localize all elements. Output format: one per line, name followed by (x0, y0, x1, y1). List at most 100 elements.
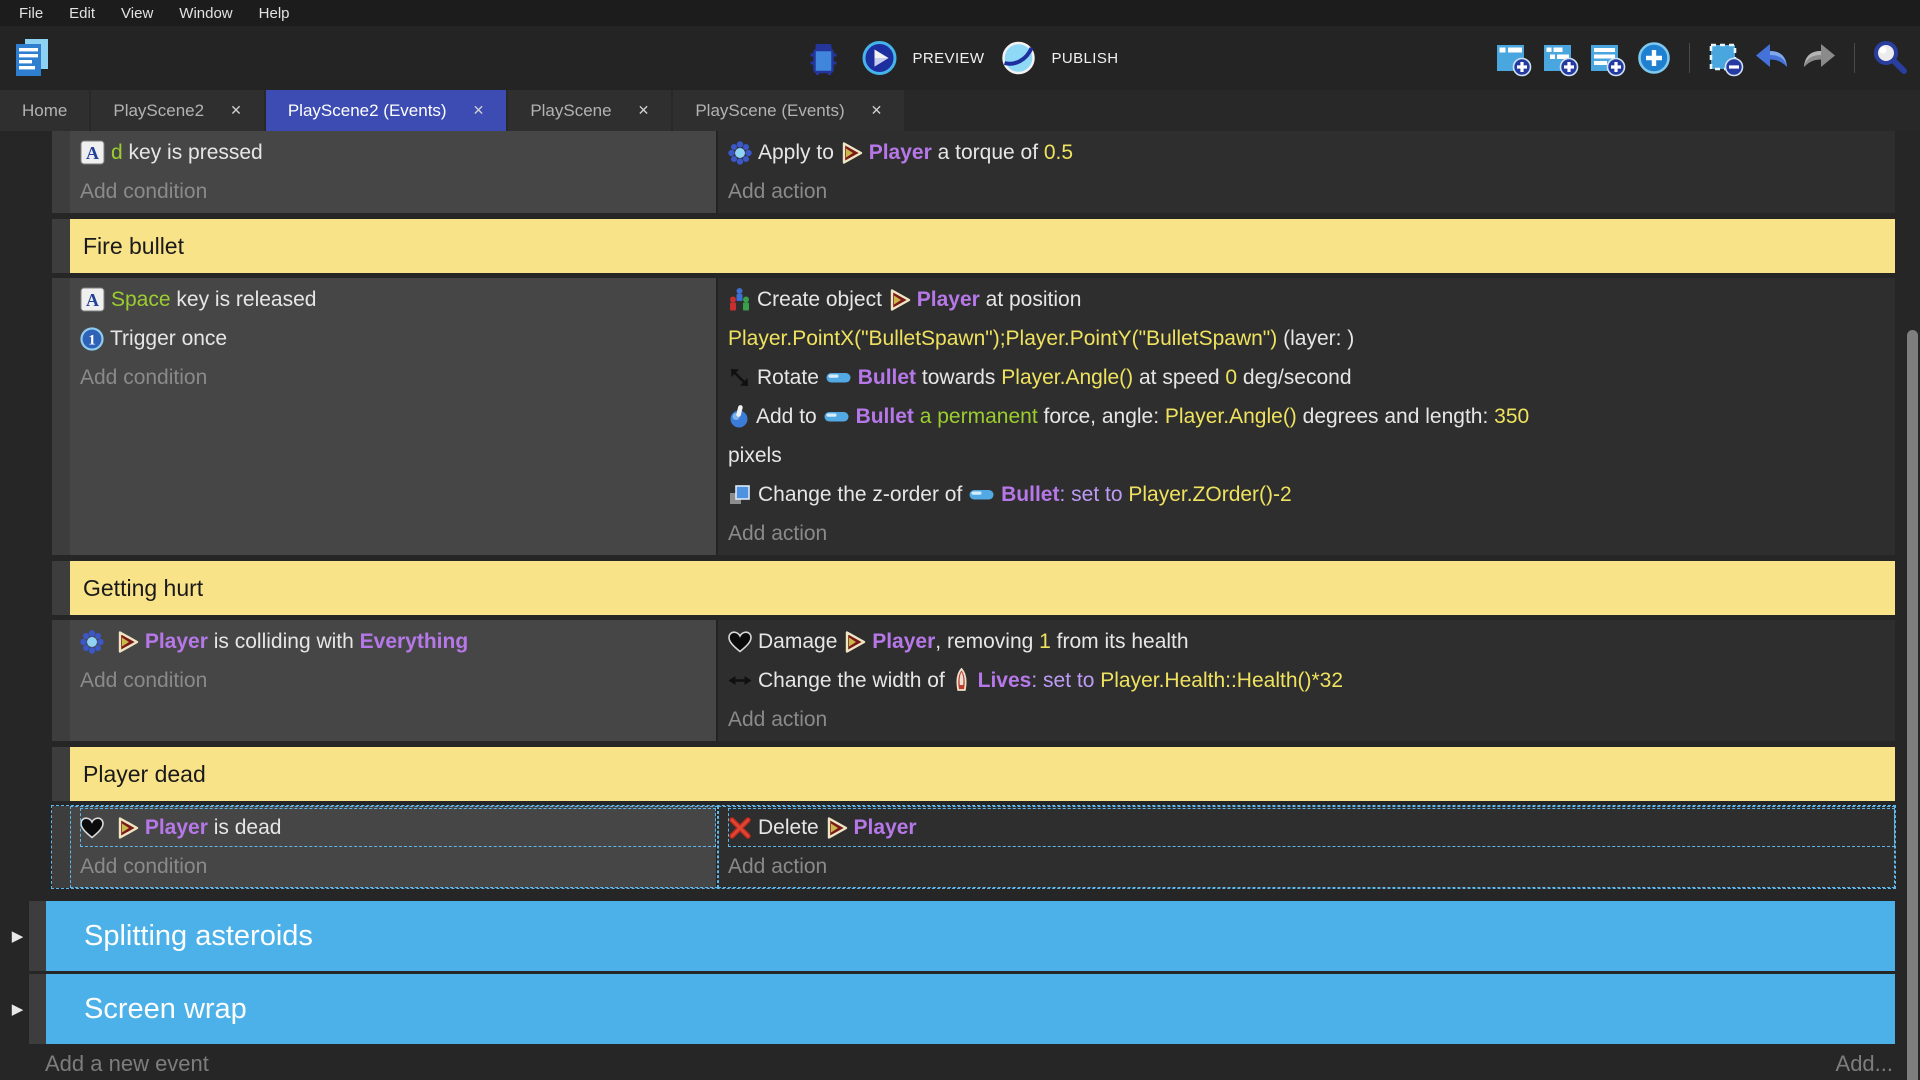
condition-line[interactable]: Player is colliding with Everything (80, 622, 716, 661)
text-segment: : set to (1031, 669, 1100, 693)
condition-line[interactable]: Ad key is pressed (80, 133, 716, 172)
condition-line[interactable]: Player is dead (80, 808, 716, 847)
text-segment: Player.PointX("BulletSpawn");Player.Poin… (728, 327, 1277, 351)
add-comment-icon[interactable] (1585, 36, 1629, 80)
close-tab-icon[interactable]: ✕ (473, 102, 485, 119)
action-line[interactable]: Delete Player (728, 808, 1895, 847)
toolbar-center: PREVIEW PUBLISH (802, 26, 1119, 90)
redo-icon[interactable] (1797, 36, 1841, 80)
event-drag-handle[interactable] (52, 561, 70, 615)
tab-home[interactable]: Home (0, 90, 89, 131)
action-line[interactable]: Add to Bullet a permanent force, angle: … (728, 397, 1895, 436)
text-segment: Change the width of (758, 669, 951, 693)
close-tab-icon[interactable]: ✕ (638, 102, 650, 119)
event-drag-handle[interactable] (52, 747, 70, 801)
chevron-right-icon[interactable]: ▶ (6, 901, 29, 971)
add-event-icon[interactable] (1491, 36, 1535, 80)
event-drag-handle[interactable] (29, 974, 46, 1044)
delete-icon (728, 816, 752, 840)
comment-text[interactable]: Player dead (70, 747, 1895, 801)
condition-line[interactable]: ASpace key is released (80, 280, 716, 319)
lives-icon (951, 668, 972, 693)
text-segment: is dead (208, 816, 282, 840)
event-drag-handle[interactable] (52, 131, 70, 213)
tab-playscene2[interactable]: PlayScene2✕ (91, 90, 263, 131)
action-line[interactable]: Change the z-order of Bullet: set to Pla… (728, 475, 1895, 514)
text-segment: Rotate (757, 366, 825, 390)
add-condition-button[interactable]: Add condition (80, 847, 716, 886)
scrollbar-thumb[interactable] (1907, 330, 1918, 1080)
close-tab-icon[interactable]: ✕ (871, 102, 883, 119)
menu-bar: FileEditViewWindowHelp (0, 0, 1920, 26)
text-segment: towards (916, 366, 1001, 390)
debug-icon[interactable] (802, 36, 846, 80)
text-segment: Player (854, 816, 917, 840)
text-segment: force, angle: (1038, 405, 1165, 429)
menu-view[interactable]: View (108, 2, 166, 25)
menu-window[interactable]: Window (166, 2, 245, 25)
text-segment: Change the z-order of (758, 483, 968, 507)
close-tab-icon[interactable]: ✕ (230, 102, 242, 119)
add-more-button[interactable]: Add... (1836, 1051, 1893, 1077)
text-segment: Player.Angle() (1001, 366, 1133, 390)
action-line[interactable]: Change the width of Lives: set to Player… (728, 661, 1895, 700)
event-drag-handle[interactable] (52, 806, 70, 888)
tab-playscene[interactable]: PlayScene✕ (508, 90, 671, 131)
remove-selection-icon[interactable] (1703, 36, 1747, 80)
toolbar-left (10, 26, 54, 90)
text-segment: Delete (758, 816, 825, 840)
text-segment: Apply to (758, 141, 840, 165)
text-segment: Create object (757, 288, 888, 312)
toolbar-right (1491, 26, 1912, 90)
add-new-icon[interactable] (1632, 36, 1676, 80)
add-action-button[interactable]: Add action (728, 172, 1895, 211)
tab-bar: HomePlayScene2✕PlayScene2 (Events)✕PlayS… (0, 90, 1920, 131)
undo-icon[interactable] (1750, 36, 1794, 80)
bullet-icon (823, 408, 850, 425)
actions-cell: Damage Player, removing 1 from its healt… (718, 620, 1895, 741)
search-icon[interactable] (1868, 36, 1912, 80)
action-line[interactable]: Damage Player, removing 1 from its healt… (728, 622, 1895, 661)
text-segment: Player.ZOrder()-2 (1128, 483, 1291, 507)
project-manager-icon[interactable] (10, 36, 54, 80)
action-line[interactable]: Create object Player at position (728, 280, 1895, 319)
event-drag-handle[interactable] (52, 278, 70, 555)
svg-text:A: A (86, 143, 99, 163)
chevron-right-icon[interactable]: ▶ (6, 974, 29, 1044)
action-line[interactable]: Rotate Bullet towards Player.Angle() at … (728, 358, 1895, 397)
add-condition-button[interactable]: Add condition (80, 661, 716, 700)
event-drag-handle[interactable] (52, 219, 70, 273)
add-new-event-button[interactable]: Add a new event (45, 1051, 209, 1077)
text-segment: key is released (176, 288, 316, 312)
add-condition-button[interactable]: Add condition (80, 172, 716, 211)
comment-row: Getting hurt (52, 561, 1895, 615)
add-subevent-icon[interactable] (1538, 36, 1582, 80)
action-line[interactable]: pixels (728, 436, 1895, 475)
menu-edit[interactable]: Edit (56, 2, 108, 25)
group-title[interactable]: Screen wrap (46, 974, 1895, 1044)
preview-button[interactable]: PREVIEW (862, 40, 985, 76)
add-condition-button[interactable]: Add condition (80, 358, 716, 397)
add-action-button[interactable]: Add action (728, 700, 1895, 739)
menu-file[interactable]: File (6, 2, 56, 25)
add-action-button[interactable]: Add action (728, 514, 1895, 553)
action-line[interactable]: Apply to Player a torque of 0.5 (728, 133, 1895, 172)
text-segment: Everything (360, 630, 469, 654)
text-segment: Bullet (1001, 483, 1059, 507)
add-action-button[interactable]: Add action (728, 847, 1895, 886)
preview-label: PREVIEW (913, 50, 985, 67)
group-title[interactable]: Splitting asteroids (46, 901, 1895, 971)
event-drag-handle[interactable] (29, 901, 46, 971)
comment-text[interactable]: Fire bullet (70, 219, 1895, 273)
publish-button[interactable]: PUBLISH (1000, 40, 1118, 76)
comment-text[interactable]: Getting hurt (70, 561, 1895, 615)
text-segment: at position (980, 288, 1082, 312)
event-row: Player is deadAdd conditionDelete Player… (52, 806, 1895, 888)
event-drag-handle[interactable] (52, 620, 70, 741)
condition-line[interactable]: 1Trigger once (80, 319, 716, 358)
tab-playscene-events[interactable]: PlayScene (Events)✕ (673, 90, 904, 131)
conditions-cell: ASpace key is released1Trigger onceAdd c… (70, 278, 718, 555)
action-line[interactable]: Player.PointX("BulletSpawn");Player.Poin… (728, 319, 1895, 358)
tab-playscene2-events[interactable]: PlayScene2 (Events)✕ (266, 90, 506, 131)
menu-help[interactable]: Help (246, 2, 303, 25)
